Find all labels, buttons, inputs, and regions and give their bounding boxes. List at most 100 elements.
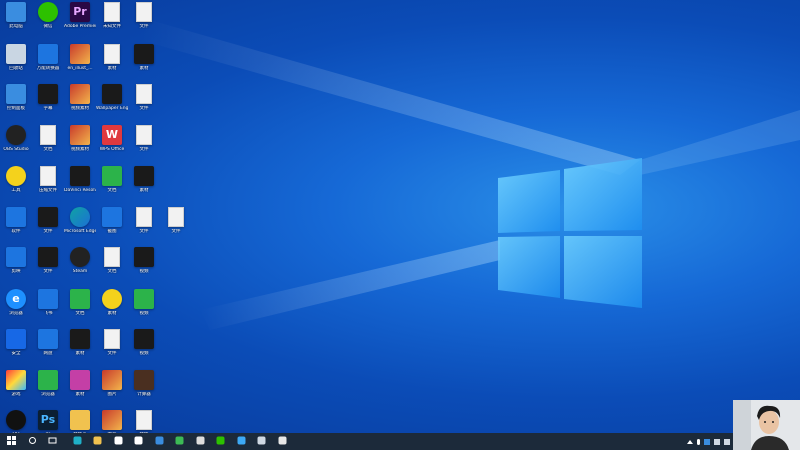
desktop-icon[interactable]: 文档 — [96, 247, 128, 289]
desktop-icon-label: 素材 — [75, 351, 85, 356]
desktop-icon[interactable]: 文档 — [96, 166, 128, 208]
desktop-icon[interactable]: 图片 — [96, 370, 128, 412]
desktop-icon-label: 文档 — [107, 269, 117, 274]
desktop-icon[interactable]: 文件 — [128, 410, 160, 433]
desktop-icon-label: 飞书 — [43, 311, 53, 316]
desktop-icon[interactable]: 素材 — [64, 329, 96, 371]
desktop-icon-label: 文件 — [43, 269, 53, 274]
desktop-icon-label: 浏览器 — [9, 311, 23, 316]
desktop-icon[interactable]: 素材 — [96, 44, 128, 86]
taskbar-feishu-button[interactable] — [151, 433, 168, 450]
desktop-icon[interactable]: 文档 — [32, 125, 64, 167]
file-icon — [136, 84, 152, 104]
desktop-icon[interactable]: 素材 — [96, 289, 128, 331]
steam-icon — [257, 436, 266, 445]
desktop-icon[interactable]: 文件 — [128, 207, 160, 249]
desktop-icon[interactable]: 此电脑 — [0, 2, 32, 44]
desktop-icon[interactable]: 压缩文件 — [32, 166, 64, 208]
desktop-icon[interactable]: 素材 — [64, 370, 96, 412]
file-icon — [168, 207, 184, 227]
blue-icon — [38, 44, 58, 64]
desktop-icon[interactable]: 万能转换器 — [32, 44, 64, 86]
desktop-icon[interactable]: 控制面板 — [0, 84, 32, 126]
desktop-icon[interactable]: 软件 — [0, 207, 32, 249]
desktop-icon[interactable]: 浏览器 — [32, 370, 64, 412]
desktop-icon[interactable]: Pr Adobe Premiere ... — [64, 2, 96, 44]
desktop-icon[interactable]: 未知文件 — [96, 2, 128, 44]
desktop-icon[interactable]: 视频素材 — [64, 84, 96, 126]
desktop-icon[interactable]: 视频 — [128, 247, 160, 289]
desktop-icon[interactable]: 安全 — [0, 329, 32, 371]
network-icon[interactable] — [714, 438, 720, 445]
desktop-icon[interactable]: DaVinci Resolve — [64, 166, 96, 208]
desktop-icon[interactable]: 文件 — [32, 207, 64, 249]
desktop-icon[interactable]: 剪映 — [0, 247, 32, 289]
desktop-icon-label: Adobe Premiere ... — [64, 24, 96, 29]
desktop-icon[interactable]: 回收站 — [0, 44, 32, 86]
desktop-icon[interactable]: Microsoft Edge — [64, 207, 96, 249]
microphone-icon[interactable] — [697, 438, 700, 445]
desktop-icon[interactable]: 视频 — [128, 329, 160, 371]
taskbar-steam-button[interactable] — [253, 433, 270, 450]
desktop-icon[interactable]: OBS Studio — [0, 125, 32, 167]
desktop-icon[interactable]: 网盘 — [32, 329, 64, 371]
desktop-icon[interactable]: 微信 — [32, 2, 64, 44]
taskbar-task-view-button[interactable] — [44, 433, 61, 450]
taskbar-app-green-button[interactable] — [171, 433, 188, 450]
desktop-icon[interactable]: 视频 — [128, 289, 160, 331]
desktop-icon[interactable]: 文件夹 — [64, 410, 96, 433]
desktop-icon[interactable]: en_illust_... — [64, 44, 96, 86]
desktop-icon-label: Microsoft Edge — [64, 229, 96, 234]
desktop-icon[interactable]: 视频素材 — [64, 125, 96, 167]
desktop-icon[interactable]: 文件 — [128, 84, 160, 126]
desktop-icon[interactable]: W WPS Office — [96, 125, 128, 167]
desktop-icon[interactable]: Steam — [64, 247, 96, 289]
desktop-icon[interactable]: 截图 — [96, 207, 128, 249]
desktop-icon[interactable]: 文件 — [32, 247, 64, 289]
wechat-icon — [38, 2, 58, 22]
taskbar-search-button[interactable] — [24, 433, 41, 450]
chevron-up-icon[interactable] — [687, 439, 693, 444]
desktop-icon[interactable]: 文件 — [160, 207, 192, 249]
taskbar-store-button[interactable] — [110, 433, 127, 450]
taskbar-wechat-button[interactable] — [212, 433, 229, 450]
desktop-icon[interactable]: 游戏 — [0, 370, 32, 412]
blue-icon — [38, 329, 58, 349]
dark-icon — [70, 329, 90, 349]
desktop-icon[interactable]: 文件 — [128, 125, 160, 167]
taskbar-start-button[interactable] — [3, 433, 20, 450]
dark-icon — [38, 84, 58, 104]
desktop-icon[interactable]: Wallpaper Engine — [96, 84, 128, 126]
desktop-icon-label: 文档 — [43, 147, 53, 152]
desktop-icon[interactable]: QQ — [0, 410, 32, 433]
file-icon — [136, 207, 152, 227]
desktop-icon[interactable]: 文件 — [128, 2, 160, 44]
desktop-icon[interactable]: 工具 — [0, 166, 32, 208]
yellow-icon — [6, 166, 26, 186]
taskbar-photos-button[interactable] — [274, 433, 291, 450]
desktop-icon[interactable]: 素材 — [128, 166, 160, 208]
taskbar-browser-button[interactable] — [233, 433, 250, 450]
desktop-icon[interactable]: e 浏览器 — [0, 289, 32, 331]
taskbar-file-explorer-button[interactable] — [89, 433, 106, 450]
desktop-icon[interactable]: 飞书 — [32, 289, 64, 331]
store-icon — [114, 436, 122, 445]
desktop-icon[interactable]: 文档 — [64, 289, 96, 331]
desktop-icon[interactable]: PsPs — [32, 410, 64, 433]
taskbar-edge-button[interactable] — [69, 433, 86, 450]
desktop-icon-label: 未知文件 — [103, 24, 121, 29]
folder-icon — [70, 410, 90, 430]
edge-icon — [73, 436, 81, 445]
desktop-icon-label: 软件 — [11, 229, 21, 234]
volume-icon[interactable] — [724, 438, 730, 445]
shield-icon[interactable] — [704, 438, 710, 445]
taskbar-obs-button[interactable] — [192, 433, 209, 450]
desktop-icon[interactable]: 计算器 — [128, 370, 160, 412]
desktop-icon[interactable]: 文件 — [96, 329, 128, 371]
file-icon — [136, 125, 152, 145]
desktop-icon[interactable]: 字幕 — [32, 84, 64, 126]
taskbar-mail-button[interactable] — [130, 433, 147, 450]
desktop-icon[interactable]: 素材 — [128, 44, 160, 86]
desktop-icon[interactable]: 图片 — [96, 410, 128, 433]
desktop-icon-label: 文件 — [139, 229, 149, 234]
